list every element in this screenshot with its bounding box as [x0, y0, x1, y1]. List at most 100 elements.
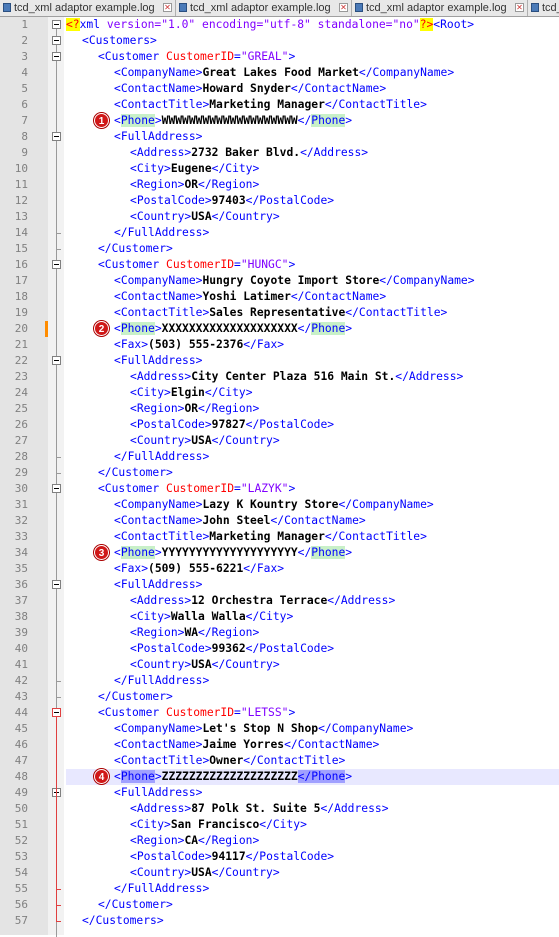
tag-bracket: = — [234, 258, 241, 271]
code-line[interactable]: 36 <FullAddress> — [0, 577, 559, 593]
code-line[interactable]: 52 <Region>CA</Region> — [0, 833, 559, 849]
file-tab[interactable]: tcd_xml adaptor example.log ✕ — [176, 0, 352, 16]
code-line[interactable]: 18 <ContactName>Yoshi Latimer</ContactNam… — [0, 289, 559, 305]
code-line[interactable]: 54 <Country>USA</Country> — [0, 865, 559, 881]
element-value: WA — [184, 626, 199, 639]
tag-bracket: > — [202, 450, 210, 463]
code-text: <Region>WA</Region> — [130, 625, 259, 641]
code-line[interactable]: 30 <Customer CustomerID="LAZYK"> — [0, 481, 559, 497]
code-line[interactable]: 33 <ContactTitle>Marketing Manager</Conta… — [0, 529, 559, 545]
element-value: USA — [191, 658, 212, 671]
line-number: 48 — [14, 770, 28, 783]
element-value: USA — [191, 434, 212, 447]
phone-value: WWWWWWWWWWWWWWWWWWWW — [161, 114, 298, 127]
line-number: 26 — [14, 418, 28, 431]
file-tab[interactable]: tcd_xml adaptor example.log ✕ — [352, 0, 528, 16]
tag-name: PostalCode — [136, 850, 205, 863]
code-line[interactable]: 1 <?xml version="1.0" encoding="utf-8" st… — [0, 17, 559, 33]
code-line[interactable]: 12 <PostalCode>97403</PostalCode> — [0, 193, 559, 209]
close-icon[interactable]: ✕ — [515, 3, 524, 12]
code-line[interactable]: 42 </FullAddress> — [0, 673, 559, 689]
code-line[interactable]: 35 <Fax>(509) 555-6221</Fax> — [0, 561, 559, 577]
code-line[interactable]: 2 <Customers> — [0, 33, 559, 49]
code-line[interactable]: 26 <PostalCode>97827</PostalCode> — [0, 417, 559, 433]
code-line[interactable]: 44 <Customer CustomerID="LETSS"> — [0, 705, 559, 721]
code-line[interactable]: 20 2 <Phone>XXXXXXXXXXXXXXXXXXXX</Phone> — [0, 321, 559, 337]
tag-bracket: > — [202, 882, 210, 895]
code-line[interactable]: 56 </Customer> — [0, 897, 559, 913]
code-line[interactable]: 47 <ContactTitle>Owner</ContactTitle> — [0, 753, 559, 769]
code-line[interactable]: 41 <Country>USA</Country> — [0, 657, 559, 673]
line-number: 2 — [21, 34, 28, 47]
element-value: 94117 — [211, 850, 246, 863]
code-line[interactable]: 45 <CompanyName>Let's Stop N Shop</Compan… — [0, 721, 559, 737]
tag-bracket: </ — [114, 882, 128, 895]
code-text: <ContactTitle>Owner</ContactTitle> — [114, 753, 345, 769]
code-line[interactable]: 16 <Customer CustomerID="HUNGC"> — [0, 257, 559, 273]
code-line[interactable]: 53 <PostalCode>94117</PostalCode> — [0, 849, 559, 865]
code-line[interactable]: 24 <City>Elgin</City> — [0, 385, 559, 401]
code-line[interactable]: 32 <ContactName>John Steel</ContactName> — [0, 513, 559, 529]
code-text: <Phone>ZZZZZZZZZZZZZZZZZZZZ</Phone> — [114, 769, 352, 785]
tag-name: Customers — [95, 914, 157, 927]
code-line[interactable]: 25 <Region>OR</Region> — [0, 401, 559, 417]
code-line[interactable]: 19 <ContactTitle>Sales Representative</Co… — [0, 305, 559, 321]
code-line[interactable]: 8 <FullAddress> — [0, 129, 559, 145]
code-text: </Customer> — [98, 241, 173, 257]
code-line[interactable]: 40 <PostalCode>99362</PostalCode> — [0, 641, 559, 657]
code-line[interactable]: 22 <FullAddress> — [0, 353, 559, 369]
code-line[interactable]: 3 <Customer CustomerID="GREAL"> — [0, 49, 559, 65]
code-line[interactable]: 28 </FullAddress> — [0, 449, 559, 465]
code-line[interactable]: 10 <City>Eugene</City> — [0, 161, 559, 177]
tag-bracket: > — [345, 770, 353, 783]
code-line[interactable]: 51 <City>San Francisco</City> — [0, 817, 559, 833]
code-line[interactable]: 27 <Country>USA</Country> — [0, 433, 559, 449]
tag-bracket: > — [154, 770, 162, 783]
element-value: OR — [184, 178, 199, 191]
code-line[interactable]: 21 <Fax>(503) 555-2376</Fax> — [0, 337, 559, 353]
code-line[interactable]: 7 1 <Phone>WWWWWWWWWWWWWWWWWWWW</Phone> — [0, 113, 559, 129]
code-line[interactable]: 38 <City>Walla Walla</City> — [0, 609, 559, 625]
code-text: </FullAddress> — [114, 881, 209, 897]
tag-name: Customer — [111, 242, 167, 255]
tag-bracket: > — [164, 162, 171, 175]
code-line[interactable]: 48 4 <Phone>ZZZZZZZZZZZZZZZZZZZZ</Phone> — [15, 769, 559, 785]
code-line[interactable]: 43 </Customer> — [0, 689, 559, 705]
code-text: <Address>2732 Baker Blvd.</Address> — [130, 145, 368, 161]
tag-bracket: > — [379, 290, 387, 303]
code-line[interactable]: 46 <ContactName>Jaime Yorres</ContactName… — [0, 737, 559, 753]
code-line[interactable]: 15 </Customer> — [0, 241, 559, 257]
line-number: 44 — [14, 706, 28, 719]
code-line[interactable]: 57 </Customers> — [0, 913, 559, 929]
tag-name: FullAddress — [120, 578, 196, 591]
code-line[interactable]: 55 </FullAddress> — [0, 881, 559, 897]
code-line[interactable]: 4 <CompanyName>Great Lakes Food Market</C… — [0, 65, 559, 81]
code-line[interactable]: 6 <ContactTitle>Marketing Manager</Contac… — [0, 97, 559, 113]
code-editor[interactable]: 1 <?xml version="1.0" encoding="utf-8" st… — [0, 17, 559, 937]
close-icon[interactable]: ✕ — [339, 3, 348, 12]
code-text: <Region>OR</Region> — [130, 401, 259, 417]
close-icon[interactable]: ✕ — [163, 3, 172, 12]
code-line[interactable]: 39 <Region>WA</Region> — [0, 625, 559, 641]
code-line[interactable]: 14 </FullAddress> — [0, 225, 559, 241]
code-line[interactable]: 5 <ContactName>Howard Snyder</ContactName… — [0, 81, 559, 97]
code-line[interactable]: 34 3 <Phone>YYYYYYYYYYYYYYYYYYYY</Phone> — [0, 545, 559, 561]
code-line[interactable]: 49 <FullAddress> — [0, 785, 559, 801]
code-line[interactable]: 17 <CompanyName>Hungry Coyote Import Stor… — [0, 273, 559, 289]
code-line[interactable]: 37 <Address>12 Orchestra Terrace</Address… — [0, 593, 559, 609]
code-line[interactable]: 9 <Address>2732 Baker Blvd.</Address> — [0, 145, 559, 161]
root-tag: <Root> — [433, 18, 475, 31]
code-line[interactable]: 13 <Country>USA</Country> — [0, 209, 559, 225]
code-line[interactable]: 29 </Customer> — [0, 465, 559, 481]
code-line[interactable]: 31 <CompanyName>Lazy K Kountry Store</Com… — [0, 497, 559, 513]
file-tab[interactable]: tcd_xml adaptor example.log ✕ — [0, 0, 176, 16]
tag-name: Region — [211, 178, 253, 191]
file-tab[interactable]: tcd_ — [528, 0, 559, 16]
line-number: 57 — [14, 914, 28, 927]
tag-bracket: </ — [324, 98, 339, 111]
code-line[interactable]: 23 <Address>City Center Plaza 516 Main St… — [0, 369, 559, 385]
tag-name: ContactName — [120, 738, 196, 751]
code-text: <FullAddress> — [114, 353, 202, 369]
code-line[interactable]: 50 <Address>87 Polk St. Suite 5</Address> — [0, 801, 559, 817]
code-line[interactable]: 11 <Region>OR</Region> — [0, 177, 559, 193]
